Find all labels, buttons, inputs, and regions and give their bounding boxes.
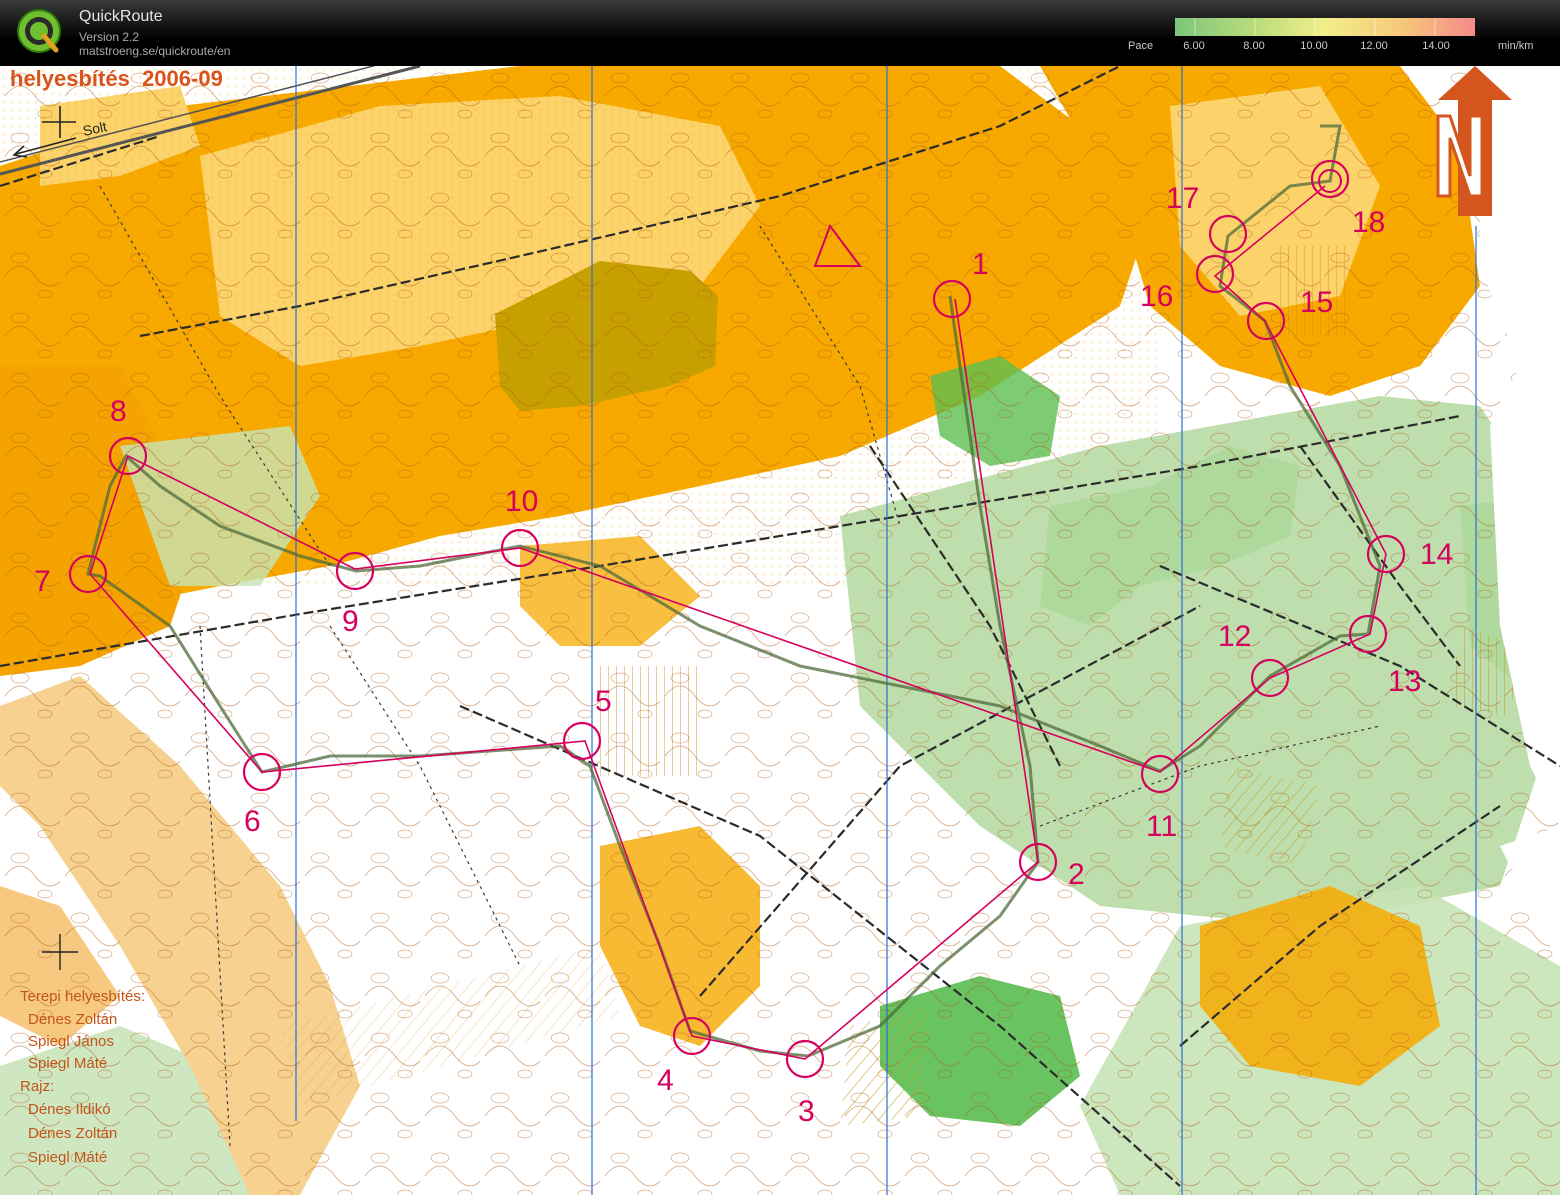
map-title: helyesbítés 2006-09 bbox=[10, 66, 223, 91]
quickroute-window: QuickRoute Version 2.2 matstroeng.se/qui… bbox=[0, 0, 1560, 1195]
control-label: 17 bbox=[1166, 182, 1199, 215]
app-title: QuickRoute bbox=[79, 8, 163, 25]
credits-name: Spiegl Máté bbox=[28, 1149, 107, 1166]
app-url: matstroeng.se/quickroute/en bbox=[79, 44, 231, 58]
credits-name: Dénes Ildikó bbox=[28, 1101, 111, 1118]
control-label: 11 bbox=[1146, 810, 1177, 843]
credits-name: Dénes Zoltán bbox=[28, 1125, 117, 1142]
pace-tick: 12.00 bbox=[1360, 40, 1388, 52]
credits-heading: Terepi helyesbítés: bbox=[20, 988, 145, 1005]
control-label: 2 bbox=[1068, 858, 1085, 891]
pace-tick: 6.00 bbox=[1183, 40, 1205, 52]
credits-name: Spiegl Máté bbox=[28, 1055, 107, 1072]
quickroute-logo-icon bbox=[17, 9, 61, 53]
control-label: 10 bbox=[505, 485, 538, 518]
control-label: 15 bbox=[1300, 286, 1333, 319]
control-label: 3 bbox=[798, 1095, 815, 1128]
control-label: 9 bbox=[342, 605, 359, 638]
control-label: 14 bbox=[1420, 538, 1453, 571]
app-version: Version 2.2 bbox=[79, 30, 140, 44]
control-label: 8 bbox=[110, 395, 127, 428]
control-label: 16 bbox=[1140, 280, 1173, 313]
app-header: QuickRoute Version 2.2 matstroeng.se/qui… bbox=[0, 0, 1560, 66]
orienteering-map[interactable]: 1 2 3 4 5 6 7 8 9 10 11 12 13 14 15 16 1… bbox=[0, 66, 1560, 1195]
control-label: 12 bbox=[1218, 620, 1251, 653]
control-label: 6 bbox=[244, 805, 261, 838]
credits-name: Dénes Zoltán bbox=[28, 1011, 117, 1028]
control-label: 1 bbox=[972, 248, 989, 281]
credits-heading: Rajz: bbox=[20, 1078, 54, 1095]
control-label: 13 bbox=[1388, 665, 1421, 698]
pace-tick: 10.00 bbox=[1300, 40, 1328, 52]
credits-name: Spiegl János bbox=[28, 1033, 114, 1050]
control-label: 5 bbox=[595, 685, 612, 718]
control-label: 4 bbox=[657, 1064, 674, 1097]
pace-label: Pace bbox=[1128, 40, 1154, 52]
pace-tick: 14.00 bbox=[1422, 40, 1450, 52]
pace-tick: 8.00 bbox=[1243, 40, 1265, 52]
pace-color-scale bbox=[1175, 18, 1475, 36]
pace-unit: min/km bbox=[1498, 40, 1534, 52]
contour-lines bbox=[0, 66, 1560, 1195]
control-label: 7 bbox=[34, 565, 51, 598]
control-label: 18 bbox=[1352, 206, 1385, 239]
